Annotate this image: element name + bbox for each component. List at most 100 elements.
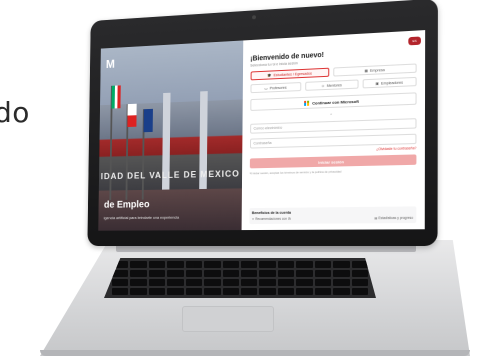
- language-button[interactable]: ES: [408, 36, 421, 46]
- keyboard-key: [185, 261, 203, 268]
- flag: [143, 108, 153, 133]
- briefcase-icon: ▣: [375, 81, 379, 86]
- keyboard-key: [314, 270, 332, 277]
- keyboard-key: [204, 279, 221, 286]
- keyboard-key: [222, 270, 239, 277]
- keyboard-key: [333, 288, 350, 295]
- keyboard-key: [314, 279, 332, 286]
- users-icon: ☺: [321, 83, 325, 88]
- keyboard-key: [167, 288, 184, 295]
- keyboard-key: [130, 279, 147, 286]
- role-professors-button[interactable]: ▭ Profesores: [250, 82, 302, 94]
- keyboard-key: [222, 261, 239, 268]
- keyboard-key: [185, 279, 203, 286]
- keyboard-key: [167, 270, 184, 277]
- keyboard-key: [148, 288, 166, 295]
- keyboard-key: [333, 270, 350, 277]
- keyboard-key: [296, 270, 313, 277]
- flag-mexico: [111, 85, 121, 109]
- keyboard-key: [333, 261, 350, 268]
- keyboard-key: [167, 261, 184, 268]
- flag: [127, 103, 137, 128]
- role-students-button[interactable]: 🎓 Estudiantes / Egresados: [250, 67, 330, 81]
- microsoft-login-button[interactable]: Continuar con Microsoft: [249, 92, 417, 111]
- keyboard-key: [241, 270, 258, 277]
- logo-text: M: [105, 57, 115, 71]
- role-label: Profesores: [269, 85, 287, 90]
- benefits-list: ✦ Recomendaciones con IA ▤ Estadísticas …: [252, 216, 413, 221]
- role-employers-button[interactable]: ▣ Empleadores: [362, 76, 417, 89]
- keyboard-key: [222, 279, 239, 286]
- logo: M: [106, 57, 114, 71]
- keyboard-key: [204, 261, 221, 268]
- keyboard-key: [314, 261, 332, 268]
- login-panel: ES ¡Bienvenido de nuevo! Selecciona tu r…: [241, 30, 426, 231]
- keyboard-key: [130, 288, 147, 295]
- benefit-item: ✦ Recomendaciones con IA: [251, 216, 291, 222]
- keyboard-key: [277, 279, 295, 286]
- laptop-lid: M IDAD DEL VALLE DE MEXICO de Empleo ige…: [87, 0, 438, 246]
- keyboard-key: [333, 279, 350, 286]
- keyboard-key: [148, 270, 166, 277]
- keyboard-key: [296, 261, 313, 268]
- keyboard-key: [204, 270, 221, 277]
- keyboard-key: [277, 261, 295, 268]
- keyboard-key: [296, 288, 313, 295]
- keyboard-key: [277, 270, 295, 277]
- or-divider: o: [330, 111, 333, 117]
- laptop-trackpad: [182, 306, 274, 332]
- chalkboard-icon: ▭: [264, 86, 268, 91]
- keyboard-key: [167, 279, 184, 286]
- keyboard-key: [351, 288, 368, 295]
- hero-subtitle: igencia artificial para brindarte una ex…: [103, 214, 180, 221]
- role-label: Estudiantes / Egresados: [273, 71, 312, 77]
- keyboard-key: [241, 279, 258, 286]
- keyboard-key: [259, 279, 276, 286]
- benefits-box: Beneficios de la cuenta ✦ Recomendacione…: [248, 206, 417, 225]
- building-icon: ▦: [364, 68, 368, 73]
- login-button[interactable]: Iniciar sesión: [249, 154, 417, 169]
- webcam-icon: [252, 15, 256, 20]
- keyboard-key: [112, 288, 129, 295]
- keyboard-key: [314, 288, 332, 295]
- microsoft-icon: [304, 100, 310, 106]
- keyboard-key: [277, 288, 295, 295]
- role-mentors-button[interactable]: ☺ Mentores: [305, 79, 359, 91]
- keyboard-key: [351, 279, 368, 286]
- graduation-cap-icon: 🎓: [267, 72, 272, 78]
- keyboard-key: [112, 279, 129, 286]
- background-text: do: [0, 96, 30, 129]
- role-row-2: ▭ Profesores ☺ Mentores ▣ Empleadores: [250, 76, 417, 94]
- benefit-item: ▤ Estadísticas y progreso: [374, 215, 414, 221]
- keyboard-key: [204, 288, 221, 295]
- password-placeholder: Contraseña: [253, 140, 272, 146]
- laptop-front-edge: [40, 350, 470, 356]
- role-company-button[interactable]: ▦ Empresa: [333, 63, 417, 77]
- keyboard-key: [222, 288, 239, 295]
- microsoft-button-label: Continuar con Microsoft: [312, 98, 359, 106]
- role-label: Empleadores: [380, 80, 404, 86]
- hero-panel: M IDAD DEL VALLE DE MEXICO de Empleo ige…: [98, 40, 243, 231]
- terms-text: Al iniciar sesión, aceptas los términos …: [249, 169, 342, 176]
- laptop-screen: M IDAD DEL VALLE DE MEXICO de Empleo ige…: [98, 30, 426, 231]
- benefits-title: Beneficios de la cuenta: [251, 210, 292, 216]
- email-placeholder: Correo electrónico: [253, 125, 283, 131]
- keyboard-key: [241, 288, 258, 295]
- role-label: Empresa: [369, 67, 385, 73]
- keyboard-key: [351, 270, 368, 277]
- keyboard-key: [259, 261, 276, 268]
- keyboard-key: [185, 288, 203, 295]
- keyboard-key: [130, 270, 147, 277]
- keyboard-key: [130, 261, 147, 268]
- keyboard-key: [351, 261, 368, 268]
- hero-title: de Empleo: [103, 199, 150, 211]
- laptop-base: [40, 240, 470, 356]
- keyboard-key: [148, 279, 166, 286]
- marketing-stage: do M IDAD DEL VALLE DE MEXICO de Empleo …: [0, 0, 490, 362]
- keyboard-key: [241, 261, 258, 268]
- keyboard-key: [296, 279, 313, 286]
- email-field[interactable]: Correo electrónico: [249, 118, 417, 134]
- keyboard-key: [148, 261, 166, 268]
- keyboard-key: [259, 270, 276, 277]
- laptop-keyboard: [104, 258, 376, 298]
